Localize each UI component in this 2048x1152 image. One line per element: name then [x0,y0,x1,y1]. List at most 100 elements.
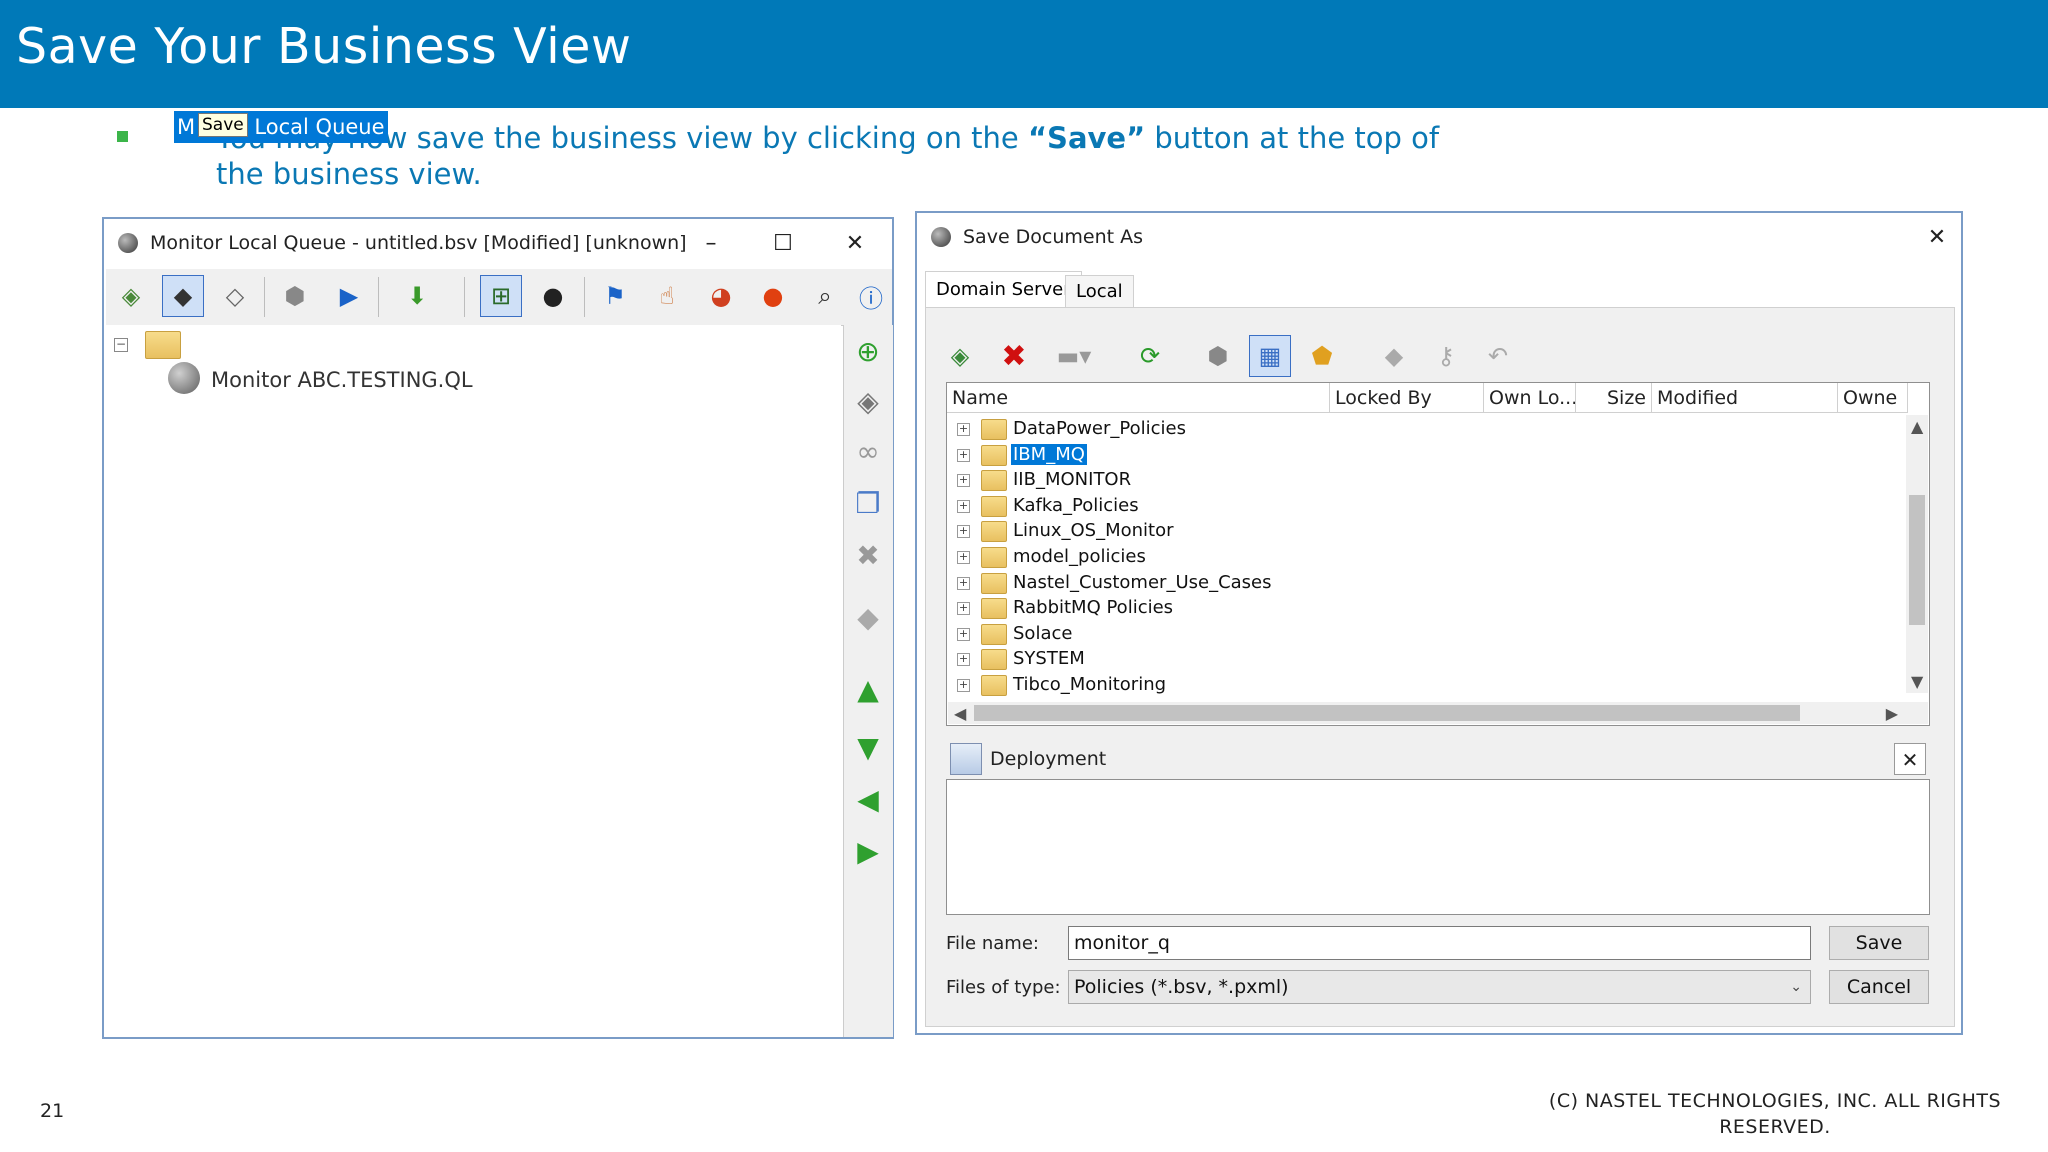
column-name[interactable]: Name [947,383,1330,413]
close-button[interactable]: ✕ [835,227,875,261]
expand-icon[interactable]: + [957,525,970,538]
save-button[interactable]: Save [1829,926,1929,960]
toolbar-separator [584,277,585,317]
globe-icon[interactable]: ● [532,275,574,317]
minimize-button[interactable]: – [691,227,731,261]
expand-icon[interactable]: + [957,500,970,513]
expand-icon[interactable]: + [957,679,970,692]
horizontal-scrollbar[interactable]: ◀ ▶ [948,702,1928,724]
bullet-text: You may now save the business view by cl… [216,120,1456,192]
file-type-label: Files of type: [946,977,1061,998]
deployment-area [946,779,1930,915]
toolbar-separator [464,277,465,317]
folder-icon [981,470,1007,491]
file-list: Name Locked By Own Lo... Size Modified O… [946,382,1930,726]
horizontal-scroll-thumb[interactable] [974,705,1800,721]
tag-icon[interactable]: ◆ [1373,335,1415,377]
collapse-icon[interactable]: − [114,338,128,352]
column-size[interactable]: Size [1576,383,1652,413]
expand-icon[interactable]: + [957,551,970,564]
expand-icon[interactable]: + [957,449,970,462]
left-arrow-icon[interactable]: ◀ [849,779,887,819]
slide-banner: Save Your Business View [0,0,2048,108]
folder-icon [981,445,1007,466]
folder-icon [981,496,1007,517]
save-icon[interactable]: ◆ [162,275,204,317]
tree-root-label-prefix: M [177,115,196,139]
info-icon[interactable]: ⓘ [850,275,892,317]
tab-domain-server[interactable]: Domain Server [925,271,1082,308]
search-icon[interactable]: ⌕ [804,275,846,317]
new-folder-icon[interactable]: ◈ [939,335,981,377]
deployment-icon[interactable]: ▦ [1249,335,1291,377]
delete-icon[interactable]: ✖ [993,335,1035,377]
folder-icon [981,624,1007,645]
scroll-right-icon[interactable]: ▶ [1886,704,1898,723]
right-arrow-icon[interactable]: ▶ [849,831,887,871]
add-icon[interactable]: ⊕ [849,331,887,371]
column-modified[interactable]: Modified [1652,383,1838,413]
copy-icon[interactable]: ❐ [849,483,887,523]
tag-icon[interactable]: ◆ [849,597,887,637]
cancel-button[interactable]: Cancel [1829,970,1929,1004]
folder-name: RabbitMQ Policies [1013,597,1174,618]
dialog-close-button[interactable]: ✕ [1917,221,1957,255]
folder-icon [981,573,1007,594]
toolbar-separator [378,277,379,317]
folder-name: Solace [1013,623,1073,644]
file-list-header: Name Locked By Own Lo... Size Modified O… [947,383,1908,413]
open-icon[interactable]: ◈ [110,275,152,317]
folder-menu-icon[interactable]: ▬▾ [1045,335,1103,377]
scroll-left-icon[interactable]: ◀ [954,704,966,723]
cube-icon[interactable]: ⬢ [274,275,316,317]
expand-icon[interactable]: + [957,577,970,590]
vertical-scrollbar[interactable]: ▲ ▼ [1906,415,1928,693]
link-icon[interactable]: ∞ [849,431,887,471]
file-type-select[interactable]: Policies (*.bsv, *.pxml) ⌄ [1068,970,1811,1004]
unlock-icon[interactable]: ⚷ [1425,335,1467,377]
open-icon[interactable]: ◈ [849,381,887,421]
save-as-icon[interactable]: ◇ [214,275,256,317]
maximize-button[interactable]: ☐ [763,227,803,261]
column-owner[interactable]: Owne [1838,383,1908,413]
badge-icon[interactable]: ⬟ [1301,335,1343,377]
hand-icon[interactable]: ☝ [646,275,688,317]
tree-child-label[interactable]: Monitor ABC.TESTING.QL [211,368,473,392]
folder-name: Linux_OS_Monitor [1013,520,1174,541]
pie-chart-icon[interactable]: ◕ [700,275,742,317]
alert-icon[interactable]: ● [752,275,794,317]
up-arrow-icon[interactable]: ▲ [849,669,887,709]
column-own-lock[interactable]: Own Lo... [1484,383,1576,413]
flag-icon[interactable]: ⚑ [594,275,636,317]
down-arrow-icon[interactable]: ⬇ [396,275,438,317]
tab-local[interactable]: Local [1065,275,1134,308]
monitor-icon [168,362,200,394]
expand-icon[interactable]: + [957,602,970,615]
tree-child-row[interactable] [168,362,200,398]
save-tooltip: Save [198,113,248,137]
expand-icon[interactable]: + [957,653,970,666]
file-name-input[interactable]: monitor_q [1068,926,1811,960]
deployment-close-button[interactable]: ✕ [1894,743,1926,775]
expand-icon[interactable]: + [957,474,970,487]
deployment-icon [950,743,982,775]
folder-name: IBM_MQ [1011,444,1087,465]
tree-root-row[interactable]: − [114,331,182,365]
down-arrow-icon[interactable]: ▼ [849,727,887,767]
file-name-label: File name: [946,933,1039,954]
scroll-up-icon[interactable]: ▲ [1911,417,1923,436]
main-toolbar: ◈ ◆ ◇ ⬢ ▶ ⬇ ⊞ ● ⚑ ☝ ◕ ● ⌕ ⓘ [106,269,892,326]
delete-icon[interactable]: ✖ [849,535,887,575]
vertical-scroll-thumb[interactable] [1909,495,1925,625]
play-icon[interactable]: ▶ [328,275,370,317]
folder-icon [981,521,1007,542]
expand-icon[interactable]: + [957,628,970,641]
cube-icon[interactable]: ⬢ [1197,335,1239,377]
expand-icon[interactable]: + [957,423,970,436]
undo-icon[interactable]: ↶ [1477,335,1519,377]
column-locked-by[interactable]: Locked By [1330,383,1484,413]
scroll-down-icon[interactable]: ▼ [1911,672,1923,691]
refresh-icon[interactable]: ⟳ [1129,335,1171,377]
tree-view-icon[interactable]: ⊞ [480,275,522,317]
folder-icon [981,419,1007,440]
